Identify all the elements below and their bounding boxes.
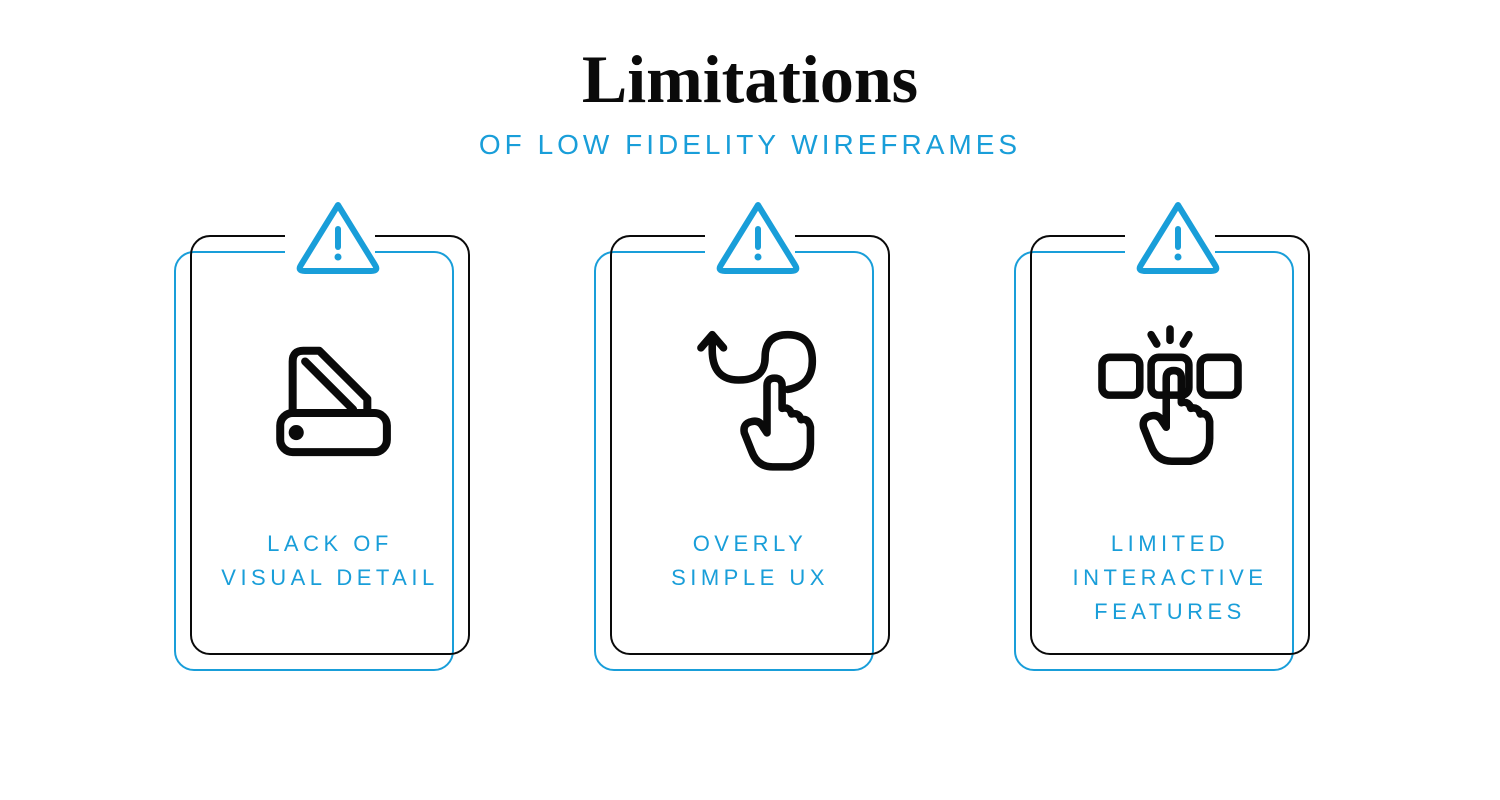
card-front-frame: LIMITED INTERACTIVE FEATURES: [1030, 235, 1310, 655]
card-interactive-features: LIMITED INTERACTIVE FEATURES: [1030, 221, 1310, 661]
swatch-swiss-knife-icon: [240, 307, 420, 487]
page-title: Limitations: [582, 40, 918, 119]
card-caption: LIMITED INTERACTIVE FEATURES: [1053, 527, 1288, 629]
card-visual-detail: LACK OF VISUAL DETAIL: [190, 221, 470, 661]
card-simple-ux: OVERLY SIMPLE UX: [610, 221, 890, 661]
tap-select-boxes-icon: [1080, 307, 1260, 487]
alert-triangle-icon: [1125, 199, 1215, 275]
page-subtitle: OF LOW FIDELITY WIREFRAMES: [479, 129, 1021, 161]
alert-triangle-icon: [285, 199, 375, 275]
alert-triangle-icon: [705, 199, 795, 275]
card-caption: LACK OF VISUAL DETAIL: [201, 527, 458, 595]
cards-row: LACK OF VISUAL DETAIL: [0, 221, 1500, 661]
card-caption: OVERLY SIMPLE UX: [651, 527, 849, 595]
card-front-frame: OVERLY SIMPLE UX: [610, 235, 890, 655]
curvy-path-hand-icon: [660, 307, 840, 487]
card-front-frame: LACK OF VISUAL DETAIL: [190, 235, 470, 655]
